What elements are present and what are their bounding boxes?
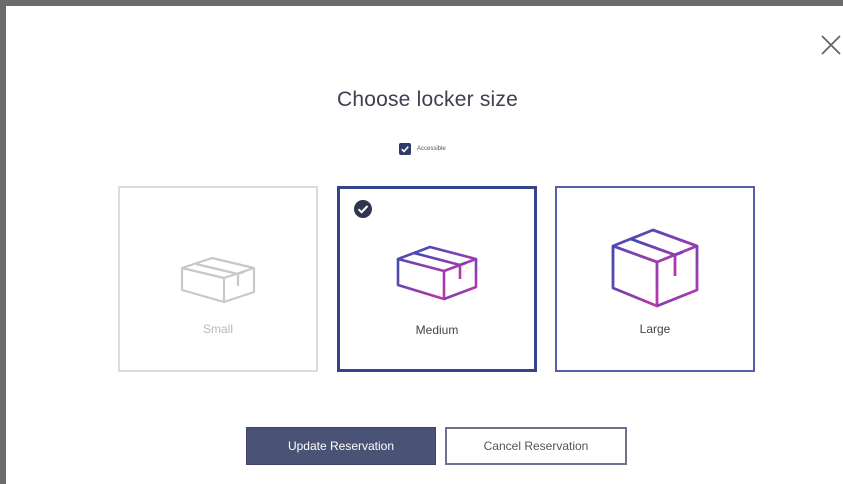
size-label-large: Large	[639, 322, 671, 336]
size-label-medium: Medium	[415, 323, 459, 337]
close-button[interactable]	[818, 32, 843, 58]
dialog-frame: Choose locker size Accessible Small Medi…	[0, 0, 843, 484]
checkbox-checked-icon	[399, 143, 411, 155]
size-card-small[interactable]: Small	[118, 186, 318, 372]
size-label-small: Small	[202, 322, 233, 336]
box-icon	[340, 241, 534, 303]
close-icon	[821, 35, 841, 55]
box-icon	[557, 226, 753, 310]
size-card-medium[interactable]: Medium	[337, 186, 537, 372]
box-icon	[120, 254, 316, 306]
size-card-large[interactable]: Large	[555, 186, 755, 372]
update-reservation-button[interactable]: Update Reservation	[246, 427, 436, 465]
accessible-label: Accessible	[417, 146, 446, 152]
cancel-reservation-button[interactable]: Cancel Reservation	[445, 427, 627, 465]
selected-check-icon	[353, 199, 373, 219]
accessible-checkbox[interactable]: Accessible	[399, 143, 446, 155]
dialog-title: Choose locker size	[336, 88, 518, 111]
